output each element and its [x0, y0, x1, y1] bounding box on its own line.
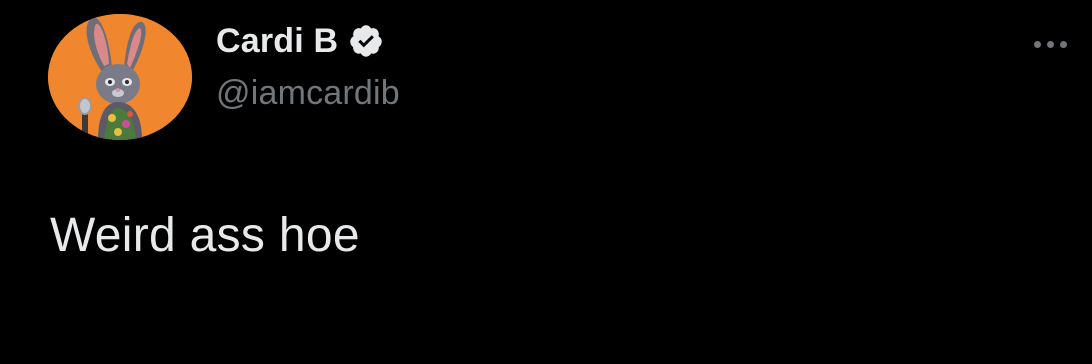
more-dot [1046, 40, 1054, 48]
more-dot [1059, 40, 1067, 48]
bunny-character-avatar-icon [48, 14, 192, 140]
author-handle[interactable]: @iamcardib [216, 74, 400, 113]
avatar[interactable] [48, 14, 192, 140]
more-horizontal-icon [1033, 40, 1041, 48]
author-display-name[interactable]: Cardi B [216, 20, 384, 62]
tweet-text: Weird ass hoe [50, 209, 360, 262]
verified-badge-icon[interactable] [348, 23, 384, 59]
display-name-text[interactable]: Cardi B [216, 22, 338, 61]
more-options-button[interactable] [1022, 28, 1078, 60]
